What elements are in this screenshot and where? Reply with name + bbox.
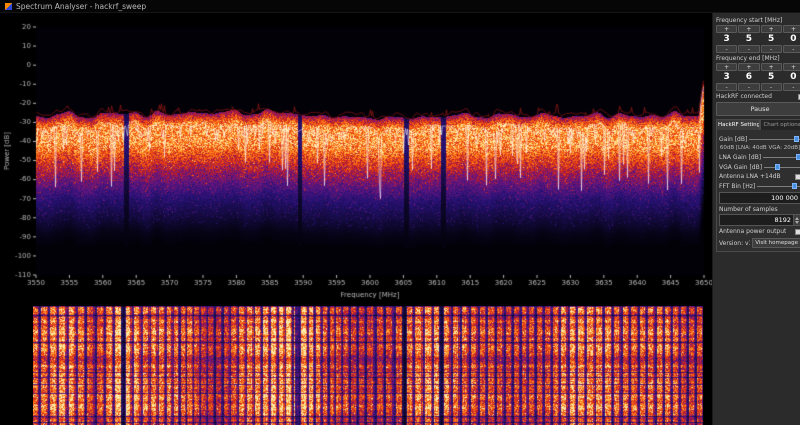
version-row: Version: v1.5 Visit homepage bbox=[719, 238, 800, 248]
gain-slider-handle[interactable] bbox=[793, 136, 799, 142]
antenna-power-checkbox[interactable] bbox=[795, 228, 800, 235]
antenna-power-label: Antenna power output bbox=[719, 228, 787, 235]
freq-end-minus-hundreds[interactable]: - bbox=[738, 83, 760, 91]
freq-start-plus-thousands[interactable]: + bbox=[716, 25, 738, 33]
freq-start-minus-hundreds[interactable]: - bbox=[738, 45, 760, 53]
antenna-lna-label: Antenna LNA +14dB bbox=[719, 173, 781, 180]
fft-bin-slider[interactable] bbox=[757, 182, 800, 190]
lna-slider-handle[interactable] bbox=[796, 154, 800, 160]
antenna-lna-row: Antenna LNA +14dB bbox=[719, 173, 800, 180]
freq-end-digit-tens: 5 bbox=[767, 72, 775, 82]
freq-start-digit-ones: 0 bbox=[790, 34, 797, 44]
freq-end-plus-tens[interactable]: + bbox=[760, 63, 782, 71]
freq-start-digit-thousands: 3 bbox=[723, 34, 730, 44]
fft-bin-row: FFT Bin [Hz] bbox=[719, 182, 800, 190]
freq-start-minus-tens[interactable]: - bbox=[760, 45, 782, 53]
freq-start-plus-ones[interactable]: + bbox=[782, 25, 800, 33]
fft-bin-label: FFT Bin [Hz] bbox=[719, 182, 756, 190]
settings-tabs: HackRF Settings Chart options bbox=[716, 119, 800, 130]
vga-gain-label: VGA Gain [dB] bbox=[719, 163, 763, 171]
freq-end-plus-ones[interactable]: + bbox=[782, 63, 800, 71]
gain-row: Gain [dB] bbox=[719, 135, 800, 143]
samples-spinner-buttons[interactable] bbox=[794, 214, 800, 226]
hackrf-connected-row: HackRF connected bbox=[716, 93, 800, 100]
freq-end-plus-hundreds[interactable]: + bbox=[738, 63, 760, 71]
spectrum-analyzer-window: Spectrum Analyser - hackrf_sweep Frequen… bbox=[0, 0, 800, 425]
samples-label: Number of samples bbox=[719, 206, 778, 213]
freq-end-minus-thousands[interactable]: - bbox=[716, 83, 738, 91]
gain-detail-text: 60dB [LNA: 40dB VGA: 20dB] bbox=[719, 145, 800, 151]
freq-start-control: + + + + 3 5 5 0 - - - - bbox=[716, 25, 800, 53]
visit-homepage-button[interactable]: Visit homepage bbox=[752, 238, 800, 248]
freq-start-plus-tens[interactable]: + bbox=[760, 25, 782, 33]
freq-start-plus-hundreds[interactable]: + bbox=[738, 25, 760, 33]
window-title: Spectrum Analyser - hackrf_sweep bbox=[16, 1, 147, 11]
control-panel: Frequency start [MHz] + + + + 3 5 5 0 - … bbox=[712, 13, 800, 425]
antenna-power-row: Antenna power output bbox=[719, 228, 800, 235]
chart-column bbox=[0, 13, 712, 425]
hackrf-connected-label: HackRF connected bbox=[716, 93, 772, 100]
freq-end-digit-ones: 0 bbox=[790, 72, 797, 82]
freq-start-minus-thousands[interactable]: - bbox=[716, 45, 738, 53]
gain-slider[interactable] bbox=[749, 135, 800, 143]
freq-end-minus-tens[interactable]: - bbox=[760, 83, 782, 91]
freq-start-minus-ones[interactable]: - bbox=[782, 45, 800, 53]
freq-end-digit-thousands: 3 bbox=[723, 72, 730, 82]
tab-hackrf-settings[interactable]: HackRF Settings bbox=[716, 119, 760, 130]
lna-slider-track bbox=[763, 156, 800, 158]
spectrum-chart bbox=[0, 13, 712, 306]
samples-spinner: 8192 bbox=[719, 214, 800, 226]
freq-end-minus-ones[interactable]: - bbox=[782, 83, 800, 91]
fft-bin-value-field[interactable]: 100 000 bbox=[719, 192, 800, 204]
fft-slider-handle[interactable] bbox=[792, 183, 798, 189]
tab-chart-options[interactable]: Chart options bbox=[760, 119, 800, 130]
vga-gain-row: VGA Gain [dB] bbox=[719, 163, 800, 171]
titlebar: Spectrum Analyser - hackrf_sweep bbox=[0, 0, 800, 13]
pause-button[interactable]: Pause bbox=[716, 102, 800, 116]
freq-end-label: Frequency end [MHz] bbox=[716, 55, 780, 62]
hackrf-settings-panel: Gain [dB] 60dB [LNA: 40dB VGA: 20dB] LNA… bbox=[716, 130, 800, 252]
spinner-up-icon[interactable] bbox=[795, 216, 799, 220]
waterfall-display bbox=[33, 306, 703, 425]
freq-end-digit-hundreds: 6 bbox=[745, 72, 752, 82]
gain-slider-track bbox=[749, 138, 800, 140]
samples-value-field[interactable]: 8192 bbox=[719, 214, 794, 226]
lna-gain-label: LNA Gain [dB] bbox=[719, 153, 762, 161]
freq-start-label: Frequency start [MHz] bbox=[716, 17, 783, 24]
main-content: Frequency start [MHz] + + + + 3 5 5 0 - … bbox=[0, 13, 800, 425]
freq-start-digit-hundreds: 5 bbox=[745, 34, 752, 44]
gain-label: Gain [dB] bbox=[719, 135, 748, 143]
vga-slider-track bbox=[764, 166, 800, 168]
vga-gain-slider[interactable] bbox=[764, 163, 800, 171]
spinner-down-icon[interactable] bbox=[795, 220, 799, 224]
lna-gain-slider[interactable] bbox=[763, 153, 800, 161]
freq-end-control: + + + + 3 6 5 0 - - - - bbox=[716, 63, 800, 91]
freq-end-plus-thousands[interactable]: + bbox=[716, 63, 738, 71]
version-label: Version: v1.5 bbox=[719, 240, 750, 247]
app-icon bbox=[5, 2, 12, 10]
vga-slider-handle[interactable] bbox=[774, 164, 780, 170]
antenna-lna-checkbox[interactable] bbox=[795, 173, 800, 180]
freq-start-digit-tens: 5 bbox=[767, 34, 775, 44]
lna-gain-row: LNA Gain [dB] bbox=[719, 153, 800, 161]
